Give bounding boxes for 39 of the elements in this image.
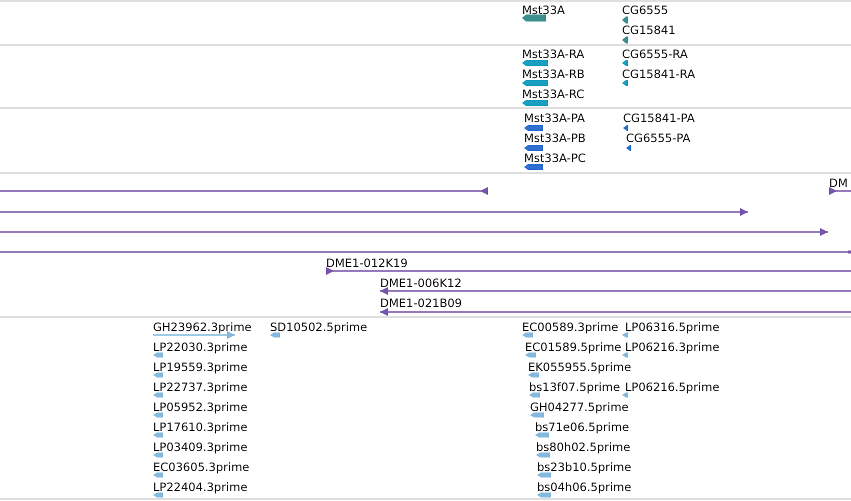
- feature-label: Mst33A-PB: [524, 131, 586, 145]
- feature-label: LP22404.3prime: [153, 480, 248, 494]
- feature-label: bs13f07.5prime: [529, 380, 620, 394]
- feature-label: GH04277.5prime: [530, 400, 629, 414]
- feature-label: Mst33A-PA: [524, 111, 585, 125]
- feature-label: DME1-006K12: [380, 276, 462, 290]
- feature-label: SD10502.5prime: [270, 320, 368, 334]
- feature-label: CG6555-PA: [626, 131, 690, 145]
- feature-label: Mst33A: [522, 3, 565, 17]
- feature-label: Mst33A-RA: [522, 47, 584, 61]
- feature-label: EK055955.5prime: [528, 360, 632, 374]
- feature-label: LP19559.3prime: [153, 360, 248, 374]
- feature-label: CG6555-RA: [622, 47, 688, 61]
- feature-label: LP06316.5prime: [625, 320, 720, 334]
- feature-label: LP22030.3prime: [153, 340, 248, 354]
- feature-label: EC00589.3prime: [522, 320, 618, 334]
- feature-label: LP22737.3prime: [153, 380, 248, 394]
- feature-label: EC01589.5prime: [525, 340, 622, 354]
- feature-label: DM: [829, 176, 848, 190]
- feature-label: CG15841-PA: [623, 111, 695, 125]
- feature-label: DME1-012K19: [326, 256, 408, 270]
- feature-label: CG15841-RA: [622, 67, 696, 81]
- feature-label: Mst33A-PC: [524, 151, 586, 165]
- feature-label: LP05952.3prime: [153, 400, 248, 414]
- feature-label: DME1-021B09: [380, 296, 462, 310]
- feature-label: Mst33A-RC: [522, 87, 584, 101]
- feature-label: CG6555: [622, 3, 668, 17]
- feature-label: bs23b10.5prime: [537, 460, 632, 474]
- feature-label: GH23962.3prime: [153, 320, 252, 334]
- feature-label: LP06216.3prime: [625, 340, 720, 354]
- feature-label: Mst33A-RB: [522, 67, 585, 81]
- feature-label: bs71e06.5prime: [535, 420, 630, 434]
- feature-label: EC03605.3prime: [153, 460, 250, 474]
- feature-label: bs04h06.5prime: [537, 480, 632, 494]
- feature-label: CG15841: [622, 23, 676, 37]
- feature-label: bs80h02.5prime: [536, 440, 630, 454]
- feature-label: LP06216.5prime: [625, 380, 720, 394]
- feature-label: LP17610.3prime: [153, 420, 248, 434]
- feature-label: LP03409.3prime: [153, 440, 248, 454]
